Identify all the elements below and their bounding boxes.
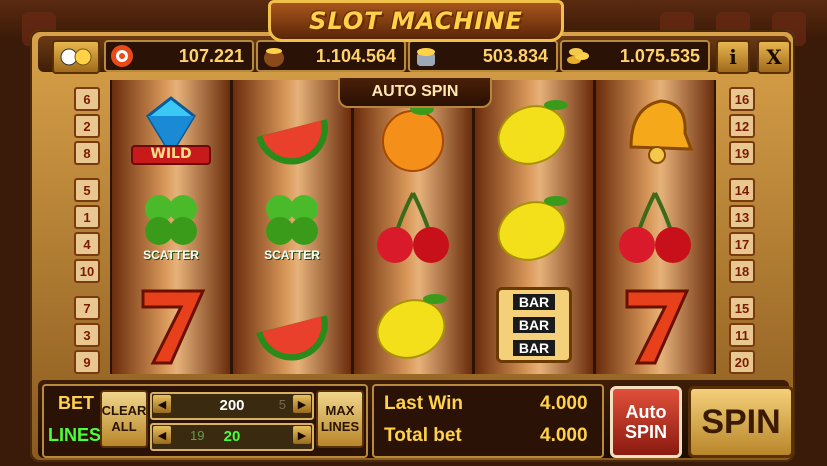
lemon-icon bbox=[497, 196, 568, 261]
line-number-left[interactable]: 10 bbox=[74, 259, 100, 283]
line-number-right[interactable]: 17 bbox=[729, 232, 755, 256]
close-icon: X bbox=[766, 45, 782, 69]
orange-icon bbox=[382, 103, 444, 172]
lemon-icon bbox=[497, 100, 568, 165]
total-bet-value: 4.000 bbox=[540, 425, 588, 446]
watermelon-icon bbox=[256, 315, 328, 361]
line-number-right[interactable]: 19 bbox=[729, 141, 755, 165]
stat-value: 1.104.564 bbox=[315, 46, 396, 66]
seven-icon bbox=[625, 289, 690, 365]
bet-increase-button[interactable]: ▶ bbox=[293, 395, 311, 413]
coin-pot-icon bbox=[264, 48, 284, 67]
bet-label: BET bbox=[58, 393, 94, 413]
scatter-label: SCATTER bbox=[264, 248, 320, 262]
reel-symbol: SCATTER bbox=[126, 184, 216, 266]
reel-symbol bbox=[126, 284, 216, 366]
stat-value: 503.834 bbox=[482, 46, 548, 66]
clear-all-button[interactable]: CLEAR ALL bbox=[100, 390, 148, 448]
reel-symbol bbox=[489, 186, 579, 268]
total-bet-label: Total bet bbox=[384, 425, 462, 446]
lines-increase-button[interactable]: ▶ bbox=[293, 426, 311, 444]
lines-value: 20 bbox=[223, 428, 241, 445]
bar-label: BAR bbox=[512, 340, 556, 357]
bet-value: 200 bbox=[219, 397, 245, 414]
spin-button[interactable]: SPIN bbox=[688, 386, 794, 458]
line-number-left[interactable]: 3 bbox=[74, 323, 100, 347]
stat-value: 107.221 bbox=[178, 46, 244, 66]
reel-symbol bbox=[368, 284, 458, 366]
last-win-label: Last Win bbox=[384, 393, 463, 414]
line-number-left[interactable]: 9 bbox=[74, 350, 100, 374]
lemon-icon bbox=[376, 294, 447, 359]
line-number-right[interactable]: 11 bbox=[729, 323, 755, 347]
exchange-button[interactable] bbox=[52, 40, 100, 74]
line-number-left[interactable]: 5 bbox=[74, 178, 100, 202]
line-number-right[interactable]: 18 bbox=[729, 259, 755, 283]
reel-symbol bbox=[489, 90, 579, 172]
wild-label: WILD bbox=[150, 146, 192, 162]
triple-bar-icon: BAR BAR BAR bbox=[496, 287, 572, 363]
stat-value: 1.075.535 bbox=[619, 46, 700, 66]
line-number-right[interactable]: 14 bbox=[729, 178, 755, 202]
line-number-right[interactable]: 16 bbox=[729, 87, 755, 111]
line-number-right[interactable]: 13 bbox=[729, 205, 755, 229]
coin-stack-icon bbox=[567, 48, 589, 64]
reel-symbol bbox=[247, 88, 337, 170]
line-number-right[interactable]: 20 bbox=[729, 350, 755, 374]
line-number-left[interactable]: 6 bbox=[74, 87, 100, 111]
reel-symbol bbox=[610, 284, 700, 366]
line-number-right[interactable]: 15 bbox=[729, 296, 755, 320]
line-number-left[interactable]: 2 bbox=[74, 114, 100, 138]
stat-coin-bucket: 503.834 bbox=[408, 40, 558, 72]
reel-symbol: SCATTER bbox=[247, 184, 337, 266]
auto-spin-label-top: Auto bbox=[625, 402, 667, 422]
title-plate: SLOT MACHINE bbox=[268, 0, 564, 42]
seven-icon bbox=[141, 289, 206, 365]
exchange-icon bbox=[60, 48, 92, 66]
cherry-icon bbox=[377, 192, 449, 263]
line-number-left[interactable]: 8 bbox=[74, 141, 100, 165]
close-button[interactable]: X bbox=[757, 40, 791, 74]
coin-bucket-icon bbox=[417, 48, 435, 66]
watermelon-icon bbox=[256, 119, 328, 165]
line-number-left[interactable]: 4 bbox=[74, 232, 100, 256]
line-number-right[interactable]: 12 bbox=[729, 114, 755, 138]
reel-symbol bbox=[610, 186, 700, 268]
stat-coin-stack: 1.075.535 bbox=[560, 40, 710, 72]
reel-symbol bbox=[247, 284, 337, 366]
cherry-icon bbox=[619, 192, 691, 263]
reel-symbol bbox=[368, 186, 458, 268]
game-title: SLOT MACHINE bbox=[309, 7, 523, 35]
line-number-left[interactable]: 1 bbox=[74, 205, 100, 229]
bet-slider[interactable]: ◀ 200 5 ▶ bbox=[150, 392, 314, 420]
max-lines-button[interactable]: MAX LINES bbox=[316, 390, 364, 448]
bet-hint: 5 bbox=[278, 397, 286, 412]
bar-label: BAR bbox=[512, 316, 556, 333]
info-icon: i bbox=[729, 45, 737, 69]
stat-coin-pot: 1.104.564 bbox=[256, 40, 406, 72]
chip-icon bbox=[111, 45, 133, 67]
lines-label: LINES bbox=[48, 425, 102, 445]
auto-spin-button[interactable]: Auto SPIN bbox=[610, 386, 682, 458]
info-button[interactable]: i bbox=[716, 40, 750, 74]
line-number-left[interactable]: 7 bbox=[74, 296, 100, 320]
auto-spin-header: AUTO SPIN bbox=[338, 78, 492, 108]
lines-slider[interactable]: ◀ 19 20 ▶ bbox=[150, 423, 314, 451]
last-win-value: 4.000 bbox=[540, 393, 588, 414]
stat-chips: 107.221 bbox=[104, 40, 254, 72]
reel-symbol bbox=[610, 88, 700, 170]
scatter-label: SCATTER bbox=[143, 248, 199, 262]
reel-symbol: BAR BAR BAR bbox=[489, 284, 579, 366]
bell-icon bbox=[629, 99, 694, 164]
reel-symbol: WILD bbox=[126, 92, 216, 174]
bar-label: BAR bbox=[512, 293, 556, 310]
auto-spin-label-bottom: SPIN bbox=[624, 422, 667, 442]
